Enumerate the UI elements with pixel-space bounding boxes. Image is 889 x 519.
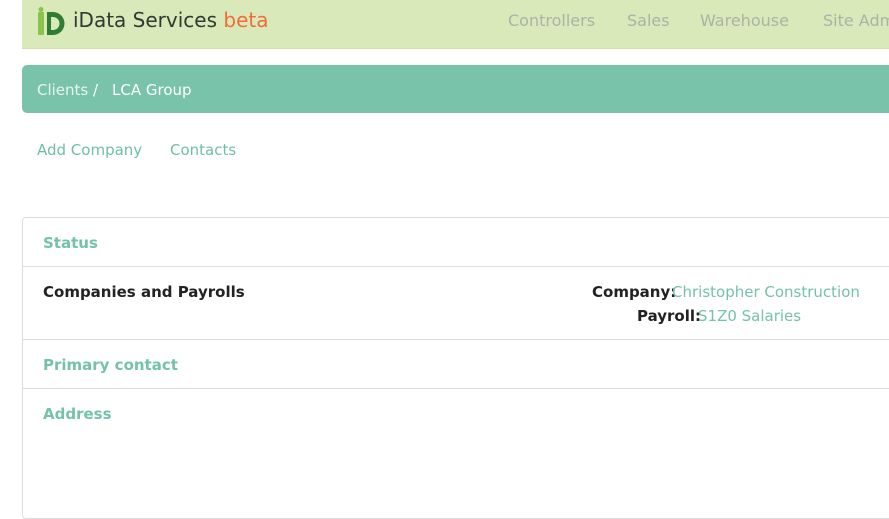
id-logo-icon[interactable] bbox=[38, 7, 67, 37]
breadcrumb: Clients / LCA Group bbox=[22, 65, 889, 113]
status-heading: Status bbox=[43, 234, 98, 252]
payroll-label: Payroll: bbox=[637, 307, 702, 325]
primary-contact-heading: Primary contact bbox=[43, 356, 178, 374]
breadcrumb-separator: / bbox=[93, 81, 99, 99]
breadcrumb-current: LCA Group bbox=[112, 81, 192, 99]
nav-warehouse[interactable]: Warehouse bbox=[700, 11, 789, 30]
companies-payrolls-row: Companies and Payrolls Company: Christop… bbox=[23, 267, 889, 340]
nav-sales[interactable]: Sales bbox=[627, 11, 670, 30]
brand-beta-tag: beta bbox=[223, 8, 269, 32]
payroll-value-link[interactable]: S1Z0 Salaries bbox=[698, 307, 801, 325]
company-label: Company: bbox=[592, 283, 677, 301]
client-details-panel: Status Companies and Payrolls Company: C… bbox=[22, 217, 889, 519]
companies-payrolls-label: Companies and Payrolls bbox=[43, 283, 245, 301]
brand-name: iData Services bbox=[73, 8, 218, 32]
nav-controllers[interactable]: Controllers bbox=[508, 11, 595, 30]
brand-title[interactable]: iData Services beta bbox=[73, 8, 268, 32]
primary-contact-row: Primary contact bbox=[23, 340, 889, 389]
address-heading: Address bbox=[43, 405, 112, 423]
breadcrumb-clients-link[interactable]: Clients bbox=[37, 81, 88, 99]
add-company-link[interactable]: Add Company bbox=[37, 141, 142, 159]
top-navbar: iData Services beta Controllers Sales Wa… bbox=[22, 0, 889, 49]
contacts-link[interactable]: Contacts bbox=[170, 141, 236, 159]
nav-site-admin[interactable]: Site Admin bbox=[823, 11, 889, 30]
address-row: Address bbox=[23, 389, 889, 509]
company-value-link[interactable]: Christopher Construction bbox=[672, 283, 860, 301]
status-row: Status bbox=[23, 218, 889, 267]
